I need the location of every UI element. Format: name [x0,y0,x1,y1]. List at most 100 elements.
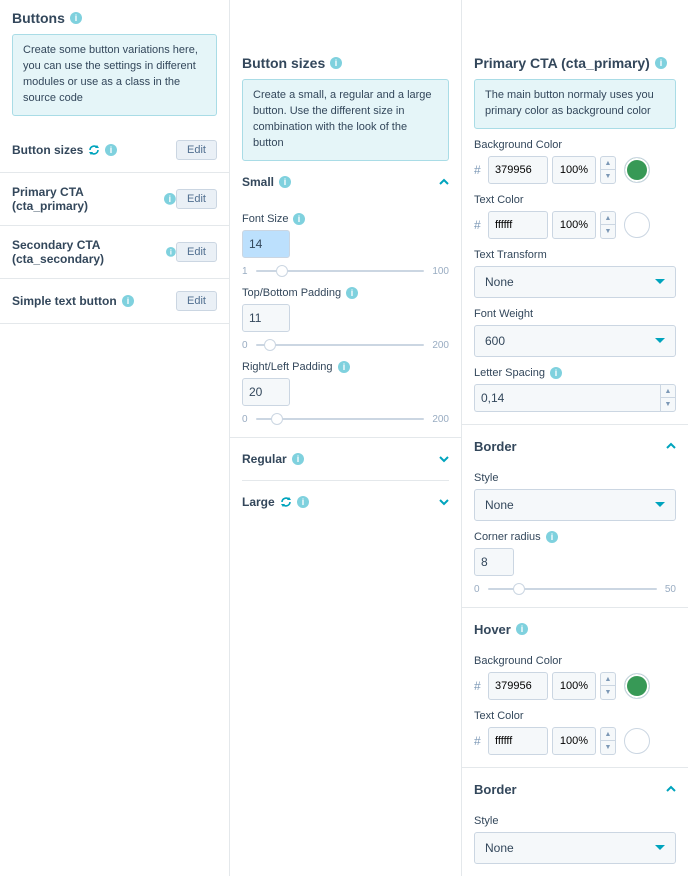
accordion-title: Small [242,175,274,189]
info-icon[interactable]: i [70,12,82,24]
border2-section[interactable]: Border [474,768,676,805]
font-size-label: Font Size i [242,213,449,225]
text-transform-select[interactable]: None [474,266,676,298]
txt-pct-input[interactable] [552,211,596,239]
corner-radius-input[interactable] [474,548,514,576]
info-notice: The main button normaly uses you primary… [474,79,676,129]
corner-radius-slider[interactable] [488,588,657,590]
panel-title: Primary CTA (cta_primary) i [474,55,676,71]
svg-text:i: i [284,177,287,187]
list-item-primary-cta[interactable]: Primary CTA (cta_primary) i Edit [0,173,229,226]
bg-swatch[interactable] [624,157,650,183]
accordion-large[interactable]: Large i [242,481,449,523]
section-title: Border [474,782,517,797]
sync-icon [88,144,100,156]
panel-header: Buttons i Create some button variations … [0,0,229,128]
txt-hex-input[interactable] [488,211,548,239]
tb-padding-slider[interactable] [256,344,425,346]
svg-text:i: i [550,532,553,542]
hover-bg-row: # ▲▼ [474,672,676,700]
text-transform-label: Text Transform [474,249,676,261]
hover-txt-pct-input[interactable] [552,727,596,755]
list-item-button-sizes[interactable]: Button sizes i Edit [0,128,229,173]
hover-bg-pct-input[interactable] [552,672,596,700]
accordion-small[interactable]: Small i [242,161,449,203]
bg-color-label: Background Color [474,139,676,151]
letter-spacing-input[interactable] [474,384,660,412]
list-item-label: Secondary CTA (cta_secondary) [12,238,161,266]
sync-icon [280,496,292,508]
rl-padding-input[interactable] [242,378,290,406]
list-item-label: Primary CTA (cta_primary) [12,185,159,213]
pct-stepper[interactable]: ▲▼ [600,672,616,700]
hover-txt-swatch[interactable] [624,728,650,754]
svg-text:i: i [555,368,558,378]
list-item-secondary-cta[interactable]: Secondary CTA (cta_secondary) i Edit [0,226,229,279]
hash-symbol: # [474,679,484,693]
info-icon[interactable]: i [279,176,291,188]
chevron-down-icon [655,279,665,284]
bg-hex-input[interactable] [488,156,548,184]
pct-stepper[interactable]: ▲▼ [600,211,616,239]
text-color-row: # ▲▼ [474,211,676,239]
svg-text:i: i [351,288,354,298]
info-icon[interactable]: i [546,531,558,543]
font-weight-select[interactable]: 600 [474,325,676,357]
panel-button-sizes: Button sizes i Create a small, a regular… [230,0,462,876]
hash-symbol: # [474,163,484,177]
accordion-regular[interactable]: Regular i [242,438,449,481]
list-item-simple-text-button[interactable]: Simple text button i Edit [0,279,229,324]
info-icon[interactable]: i [655,57,667,69]
info-icon[interactable]: i [293,213,305,225]
panel-title: Buttons i [12,10,217,26]
letter-spacing-label: Letter Spacing i [474,367,676,379]
pct-stepper[interactable]: ▲▼ [600,156,616,184]
hover-section-title: Hover i [474,608,676,645]
bg-pct-input[interactable] [552,156,596,184]
info-icon[interactable]: i [550,367,562,379]
svg-text:i: i [660,58,663,68]
font-size-input[interactable] [242,230,290,258]
rl-padding-slider[interactable] [256,418,425,420]
border2-style-select[interactable]: None [474,832,676,864]
chevron-down-icon [655,338,665,343]
txt-swatch[interactable] [624,212,650,238]
hover-bg-hex-input[interactable] [488,672,548,700]
border-style-label: Style [474,472,676,484]
info-icon[interactable]: i [516,623,528,635]
info-icon[interactable]: i [164,193,176,205]
edit-button[interactable]: Edit [176,291,217,311]
hover-text-label: Text Color [474,710,676,722]
chevron-down-icon [439,454,449,464]
svg-text:i: i [110,145,113,155]
border-style-select[interactable]: None [474,489,676,521]
border-section[interactable]: Border [474,425,676,462]
info-icon[interactable]: i [338,361,350,373]
ls-stepper[interactable]: ▲▼ [660,384,676,412]
edit-button[interactable]: Edit [176,189,217,209]
hover-text-row: # ▲▼ [474,727,676,755]
chevron-down-icon [655,502,665,507]
border2-style-label: Style [474,815,676,827]
hover-txt-hex-input[interactable] [488,727,548,755]
font-size-slider[interactable] [256,270,425,272]
tb-padding-input[interactable] [242,304,290,332]
slider-max: 50 [665,584,676,595]
slider-min: 0 [242,414,248,425]
hover-bg-swatch[interactable] [624,673,650,699]
edit-button[interactable]: Edit [176,242,217,262]
panel-primary-cta: Primary CTA (cta_primary) i The main but… [462,0,688,876]
svg-text:i: i [301,497,304,507]
info-icon[interactable]: i [105,144,117,156]
info-icon[interactable]: i [166,246,176,258]
edit-button[interactable]: Edit [176,140,217,160]
info-icon[interactable]: i [122,295,134,307]
info-icon[interactable]: i [346,287,358,299]
info-icon[interactable]: i [330,57,342,69]
pct-stepper[interactable]: ▲▼ [600,727,616,755]
svg-text:i: i [335,58,338,68]
corner-radius-label: Corner radius i [474,531,676,543]
slider-min: 1 [242,266,248,277]
info-icon[interactable]: i [292,453,304,465]
info-icon[interactable]: i [297,496,309,508]
